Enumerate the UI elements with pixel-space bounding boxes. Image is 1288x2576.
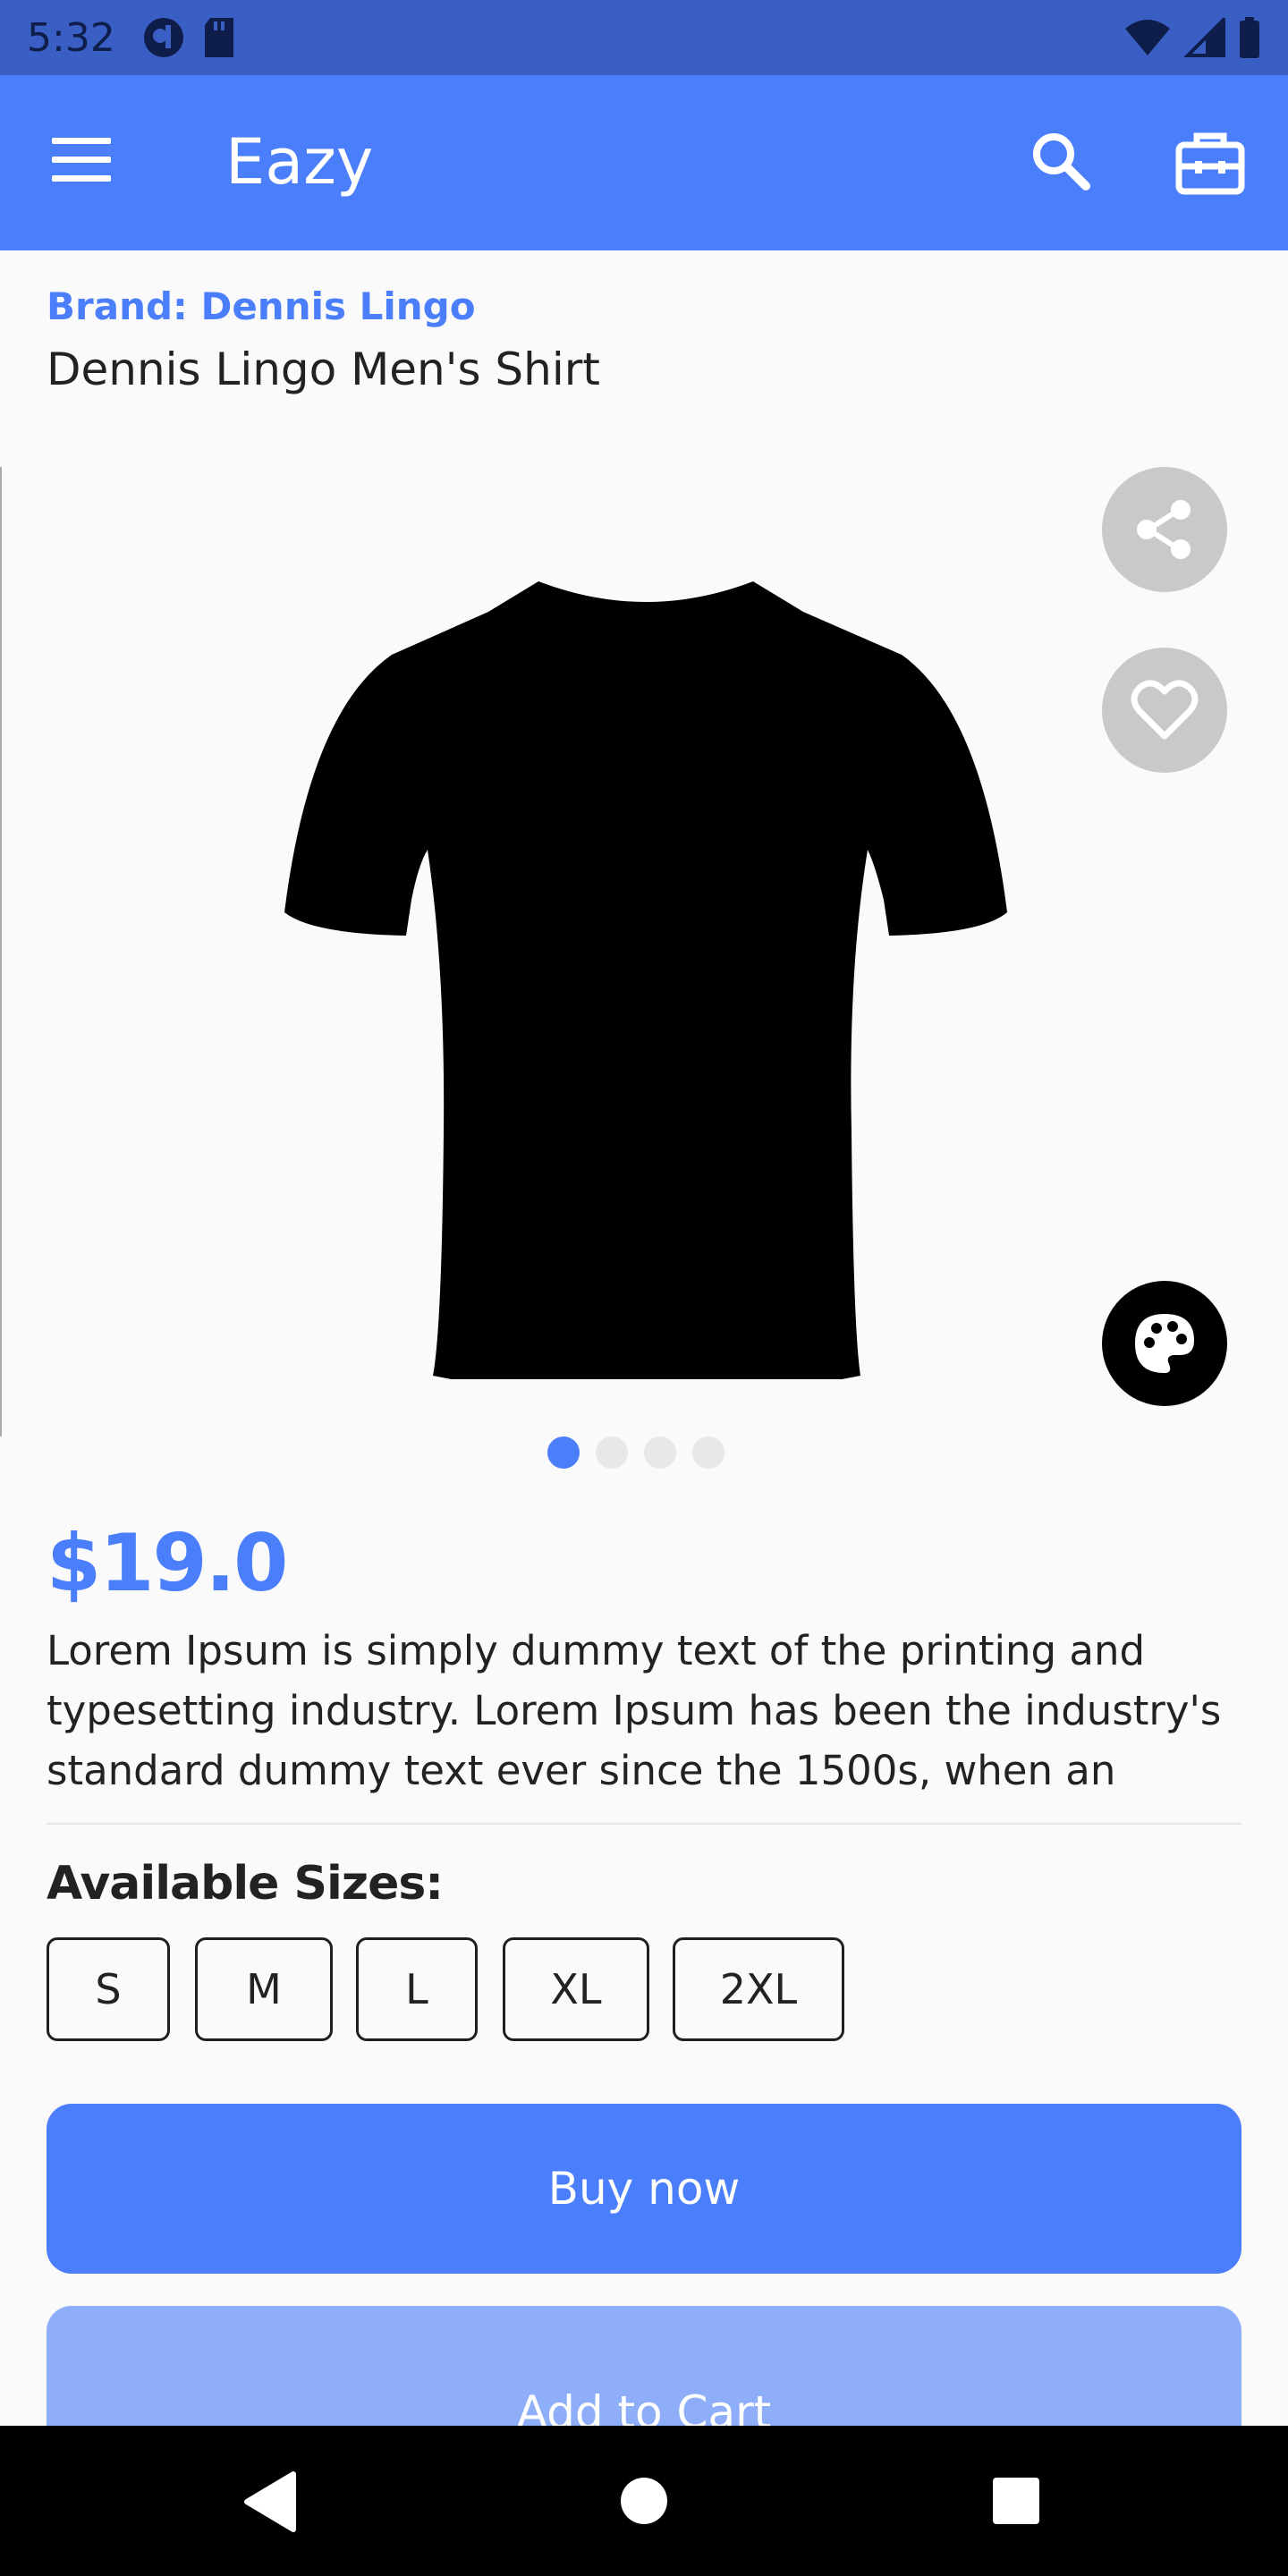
status-time: 5:32 [27,14,115,61]
share-icon [1137,500,1191,559]
shopping-bag-icon [1175,132,1245,195]
palette-icon [1135,1314,1194,1373]
battery-icon [1240,17,1259,58]
menu-icon-line [52,175,111,182]
cart-button[interactable] [1172,125,1249,202]
product-description: Lorem Ipsum is simply dummy text of the … [47,1627,1222,1794]
size-option-m[interactable]: M [195,1937,333,2041]
wifi-icon [1125,20,1170,55]
size-option-2xl[interactable]: 2XL [673,1937,844,2041]
search-button[interactable] [1027,127,1098,199]
sd-card-icon [204,18,233,57]
size-option-l[interactable]: L [356,1937,478,2041]
size-option-xl[interactable]: XL [503,1937,649,2041]
share-button[interactable] [1102,467,1227,592]
carousel-dot-4[interactable] [692,1436,724,1469]
search-icon [1033,133,1090,191]
nav-home-icon[interactable] [621,2478,667,2524]
system-nav-bar [0,2426,1288,2576]
buy-now-button[interactable]: Buy now [47,2104,1241,2274]
status-bar: 5:32 [0,0,1288,75]
menu-icon-line [52,138,111,144]
nav-recents-icon[interactable] [993,2478,1039,2524]
app-notification-icon [143,18,183,57]
favorite-button[interactable] [1102,648,1227,773]
status-left-icons [142,16,237,59]
carousel-indicator [547,1436,724,1469]
size-option-s[interactable]: S [47,1937,170,2041]
app-title: Eazy [225,125,374,199]
cell-signal-icon [1184,18,1225,57]
app-bar: Eazy [0,75,1288,250]
divider [47,1823,1241,1825]
color-palette-button[interactable] [1102,1281,1227,1406]
menu-button[interactable] [52,138,123,188]
nav-back-icon[interactable] [243,2470,297,2533]
product-brand: Brand: Dennis Lingo [47,284,476,328]
product-image-tshirt [284,581,1007,1379]
carousel-dot-3[interactable] [644,1436,676,1469]
carousel-dot-2[interactable] [596,1436,628,1469]
carousel-dot-1[interactable] [547,1436,580,1469]
status-right-icons [1123,17,1261,58]
heart-outline-icon [1131,680,1199,740]
menu-icon-line [52,157,111,163]
sizes-heading: Available Sizes: [47,1857,444,1911]
product-price: $19.0 [47,1517,288,1609]
product-image-carousel[interactable] [0,467,1288,1436]
product-name: Dennis Lingo Men's Shirt [47,343,600,395]
